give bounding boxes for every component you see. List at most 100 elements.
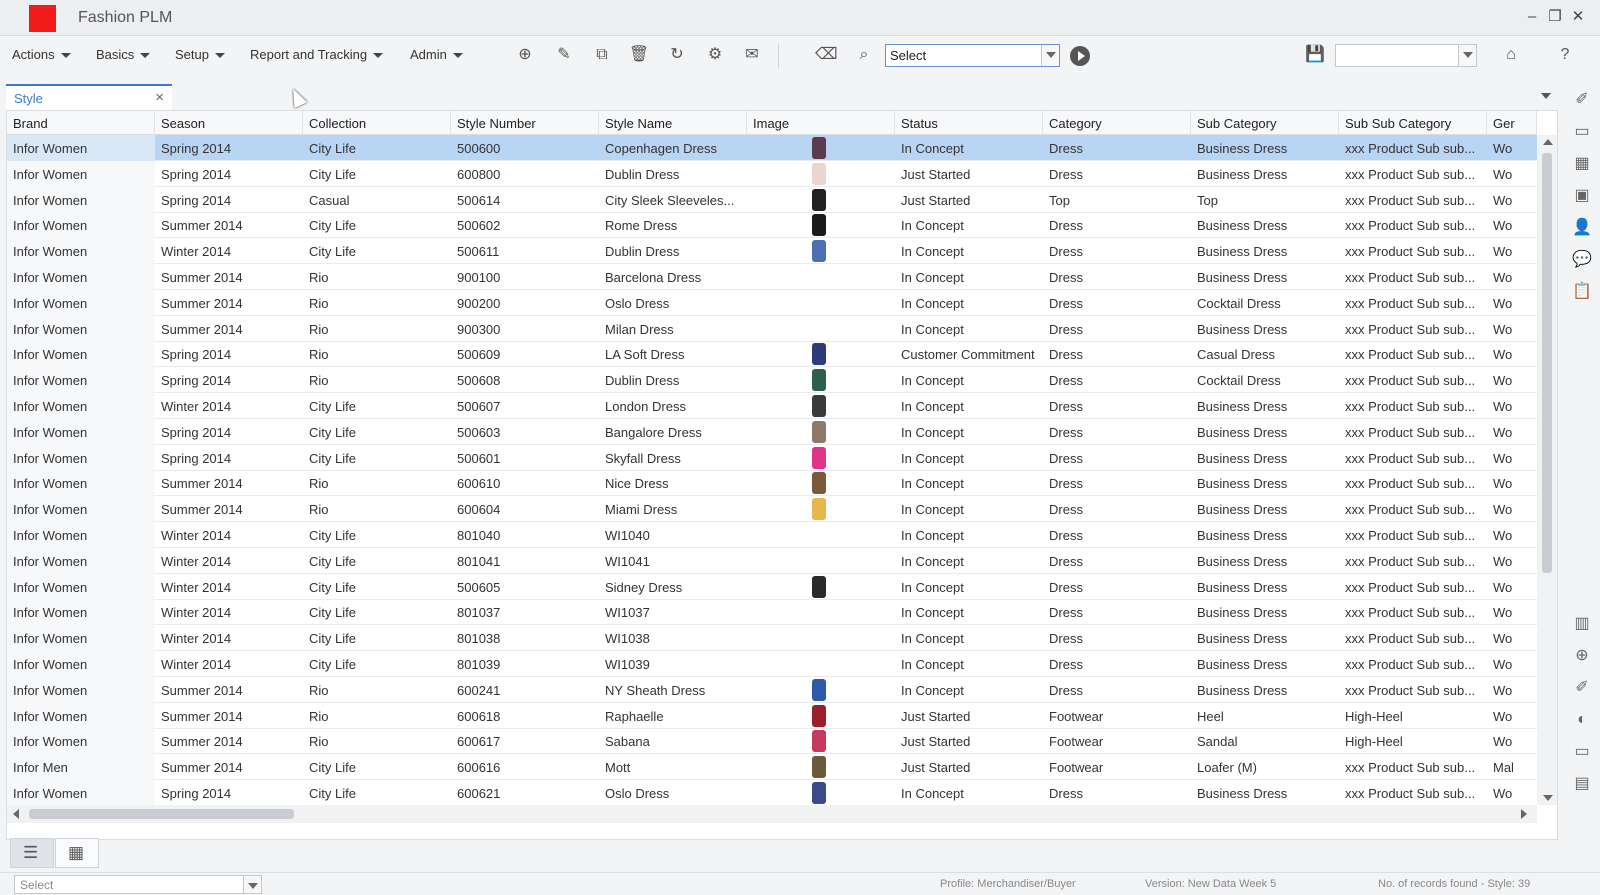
column-header-collection[interactable]: Collection — [303, 111, 451, 135]
style-thumbnail-image[interactable] — [812, 343, 826, 366]
style-thumbnail-image[interactable] — [812, 188, 826, 211]
table-row[interactable]: Infor Women Winter 2014 City Life 801041 WI1… — [7, 547, 1537, 574]
grid-view-button[interactable]: ▦ — [55, 838, 99, 868]
table-row[interactable]: Infor Women Summer 2014 Rio 900300 Milan Dre… — [7, 315, 1537, 342]
user-icon[interactable]: 👤 — [1572, 218, 1592, 238]
table-row[interactable]: Infor Women Summer 2014 Rio 600610 Nice Dres… — [7, 470, 1537, 497]
vertical-scrollbar[interactable] — [1537, 135, 1557, 805]
style-thumbnail-image[interactable] — [812, 240, 826, 263]
menu-report-tracking[interactable]: Report and Tracking — [250, 47, 384, 62]
table-row[interactable]: Infor Women Spring 2014 Casual 500614 City S… — [7, 186, 1537, 213]
chevron-down-icon[interactable] — [1458, 45, 1476, 66]
clipboard-icon[interactable]: 📋 — [1572, 282, 1592, 302]
table-row[interactable]: Infor Women Summer 2014 Rio 900100 Barcelona… — [7, 264, 1537, 290]
list-view-button[interactable]: ☰ — [10, 838, 54, 868]
close-window-icon[interactable]: ✕ — [1568, 7, 1588, 27]
table-row[interactable]: Infor Women Spring 2014 Rio 500608 Dublin Dr… — [7, 367, 1537, 394]
column-header-sub-category[interactable]: Sub Category — [1191, 111, 1339, 135]
table-row[interactable]: Infor Women Winter 2014 City Life 500605 Sid… — [7, 573, 1537, 600]
table-row[interactable]: Infor Women Summer 2014 Rio 600604 Miami Dre… — [7, 496, 1537, 523]
table-row[interactable]: Infor Women Summer 2014 Rio 600241 NY Sheath… — [7, 676, 1537, 703]
close-icon[interactable]: × — [155, 89, 164, 106]
eraser-icon[interactable]: ⌫ — [815, 44, 838, 66]
column-header-sub-sub-category[interactable]: Sub Sub Category — [1339, 111, 1487, 135]
copy-icon[interactable]: ⧉ — [591, 44, 613, 66]
menu-basics[interactable]: Basics — [96, 47, 151, 62]
style-thumbnail-image[interactable] — [812, 472, 826, 495]
comment-icon[interactable]: 💬 — [1572, 250, 1592, 270]
view-select[interactable] — [1335, 44, 1477, 67]
scroll-down-icon[interactable] — [1543, 795, 1553, 801]
style-thumbnail-image[interactable] — [812, 137, 826, 159]
search-select[interactable]: Select — [885, 44, 1060, 67]
table-row[interactable]: Infor Women Spring 2014 City Life 500603 Ban… — [7, 418, 1537, 445]
table-row[interactable]: Infor Women Winter 2014 City Life 500611 Dub… — [7, 238, 1537, 265]
restore-icon[interactable]: ❐ — [1545, 7, 1565, 27]
style-thumbnail-image[interactable] — [812, 420, 826, 443]
style-thumbnail-image[interactable] — [812, 162, 826, 185]
table-row[interactable]: Infor Women Winter 2014 City Life 500607 Lon… — [7, 393, 1537, 419]
sketch-icon[interactable]: ✐ — [1572, 90, 1592, 110]
table-row[interactable]: Infor Men Summer 2014 City Life 600616 Mott J… — [7, 754, 1537, 781]
help-icon[interactable]: ? — [1554, 44, 1576, 66]
minimize-icon[interactable]: – — [1522, 7, 1542, 27]
table-row[interactable]: Infor Women Spring 2014 City Life 600800 Dub… — [7, 160, 1537, 187]
style-thumbnail-image[interactable] — [812, 369, 826, 392]
group-icon[interactable]: ⚙ — [704, 44, 726, 66]
mail-icon[interactable]: ✉ — [741, 44, 763, 66]
refresh-icon[interactable]: ↻ — [666, 44, 688, 66]
style-thumbnail-image[interactable] — [812, 730, 826, 753]
table-row[interactable]: Infor Women Spring 2014 City Life 600621 Osl… — [7, 780, 1537, 805]
menu-admin[interactable]: Admin — [410, 47, 463, 62]
table-row[interactable]: Infor Women Winter 2014 City Life 801038 WI1… — [7, 625, 1537, 652]
chevron-down-icon[interactable] — [1541, 93, 1551, 99]
edit-icon[interactable]: ✎ — [553, 44, 575, 66]
table-row[interactable]: Infor Women Winter 2014 City Life 801037 WI1… — [7, 599, 1537, 626]
style-thumbnail-image[interactable] — [812, 678, 826, 701]
column-header-brand[interactable]: Brand — [7, 111, 155, 135]
chevron-down-icon[interactable] — [243, 876, 261, 893]
delete-icon[interactable]: 🗑 — [628, 44, 650, 66]
save-icon[interactable]: 💾 — [1304, 44, 1326, 66]
scrollbar-thumb[interactable] — [1542, 153, 1552, 573]
scroll-right-icon[interactable] — [1521, 809, 1527, 819]
barcode-icon[interactable]: ▥ — [1572, 614, 1592, 634]
chevron-down-icon[interactable] — [1041, 45, 1059, 66]
table-row[interactable]: Infor Women Winter 2014 City Life 801040 WI1… — [7, 522, 1537, 548]
search-icon[interactable]: ⌕ — [853, 44, 875, 66]
status-select[interactable]: Select — [14, 875, 262, 894]
column-header-style-name[interactable]: Style Name — [599, 111, 747, 135]
column-header-season[interactable]: Season — [155, 111, 303, 135]
table-row[interactable]: Infor Women Winter 2014 City Life 801039 WI1… — [7, 651, 1537, 677]
column-header-status[interactable]: Status — [895, 111, 1043, 135]
play-icon[interactable] — [1070, 46, 1090, 66]
tab-style[interactable]: Style × — [6, 84, 172, 110]
style-thumbnail-image[interactable] — [812, 782, 826, 804]
fabric-icon[interactable]: ◐ — [1572, 710, 1592, 730]
column-header-image[interactable]: Image — [747, 111, 895, 135]
table-row[interactable]: Infor Women Spring 2014 City Life 500600 Cop… — [7, 135, 1537, 161]
scroll-left-icon[interactable] — [13, 809, 19, 819]
table-row[interactable]: Infor Women Summer 2014 City Life 500602 Rom… — [7, 212, 1537, 239]
column-header-style-number[interactable]: Style Number — [451, 111, 599, 135]
pencil-ruler-icon[interactable]: ✐ — [1572, 678, 1592, 698]
menu-actions[interactable]: Actions — [12, 47, 71, 62]
style-thumbnail-image[interactable] — [812, 214, 826, 237]
ruler-icon[interactable]: ▭ — [1572, 742, 1592, 762]
style-thumbnail-image[interactable] — [812, 395, 826, 417]
style-thumbnail-image[interactable] — [812, 498, 826, 521]
measure-icon[interactable]: ▭ — [1572, 122, 1592, 142]
menu-setup[interactable]: Setup — [175, 47, 225, 62]
style-thumbnail-image[interactable] — [812, 756, 826, 779]
table-row[interactable]: Infor Women Summer 2014 Rio 600618 Raphaelle… — [7, 702, 1537, 729]
horizontal-scrollbar[interactable] — [7, 805, 1537, 823]
column-header-gender[interactable]: Ger — [1487, 111, 1537, 135]
scrollbar-thumb[interactable] — [29, 809, 294, 819]
table-row[interactable]: Infor Women Summer 2014 Rio 900200 Oslo Dres… — [7, 289, 1537, 316]
color-grid-icon[interactable]: ▦ — [1572, 154, 1592, 174]
column-header-category[interactable]: Category — [1043, 111, 1191, 135]
style-thumbnail-image[interactable] — [812, 575, 826, 598]
style-thumbnail-image[interactable] — [812, 446, 826, 469]
scroll-up-icon[interactable] — [1543, 139, 1553, 145]
home-icon[interactable]: ⌂ — [1500, 44, 1522, 66]
